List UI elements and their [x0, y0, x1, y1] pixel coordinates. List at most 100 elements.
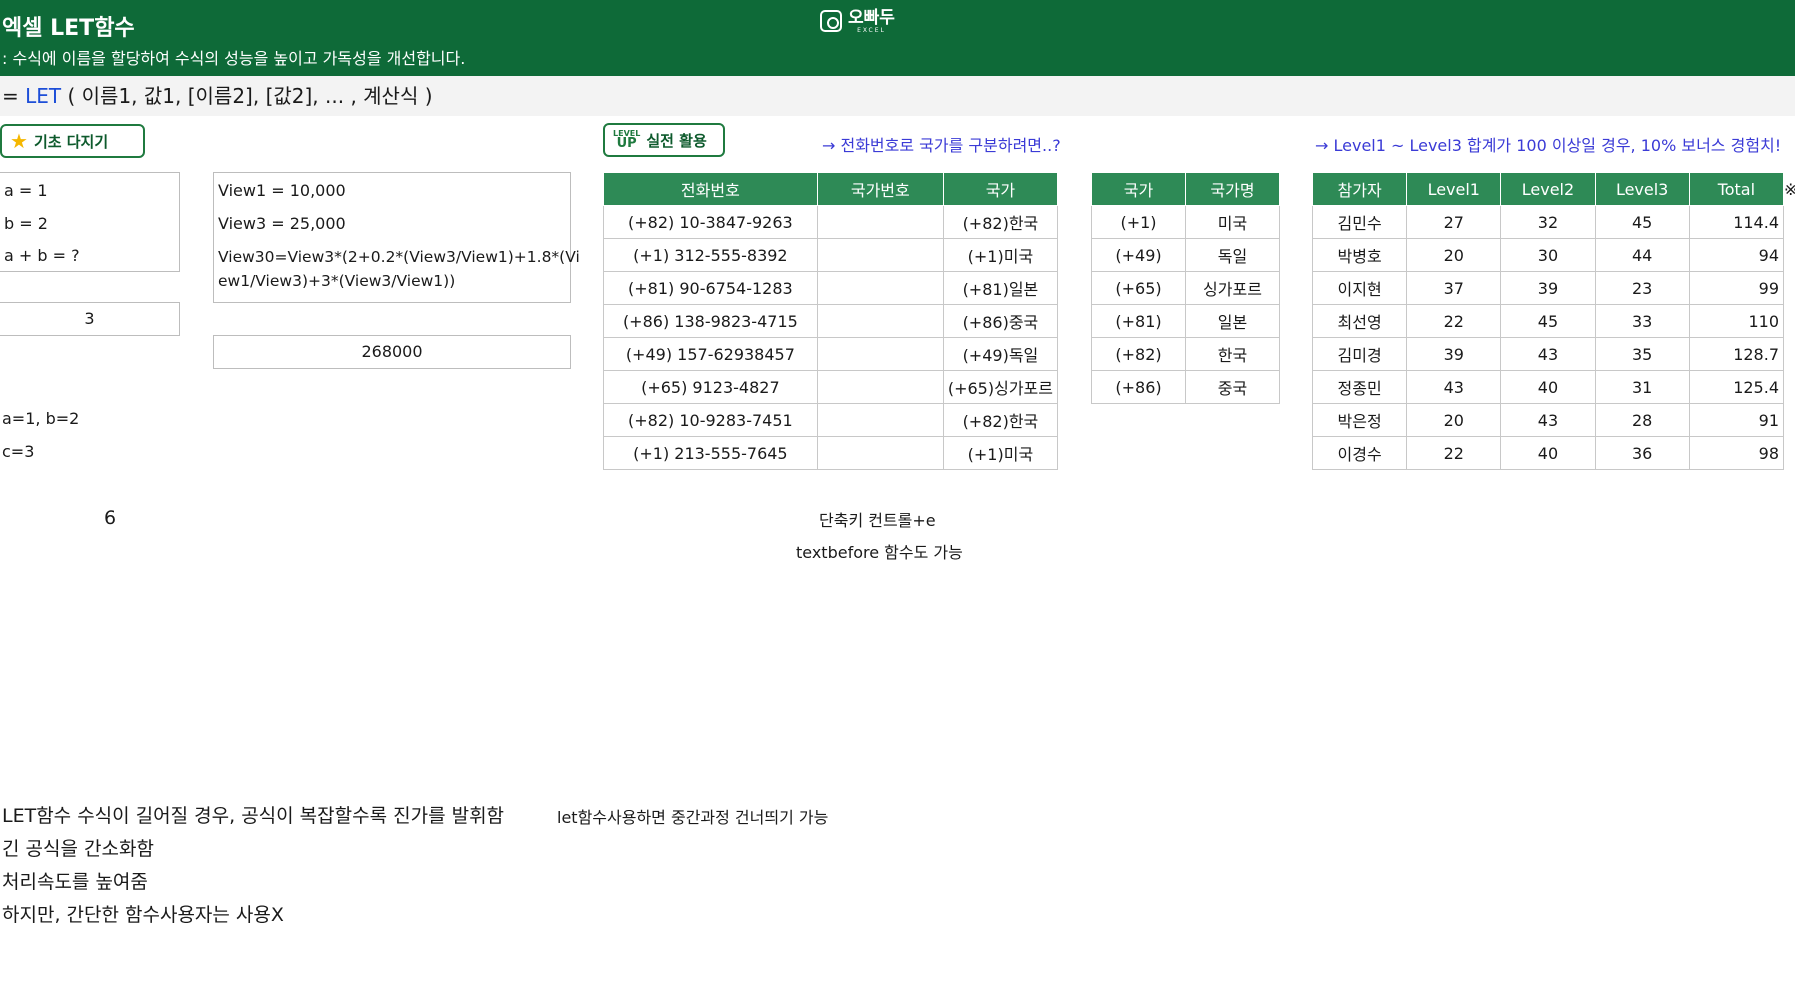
- level-cell[interactable]: 박은정: [1311, 403, 1408, 437]
- level-cell[interactable]: 30: [1500, 238, 1596, 272]
- level-cell[interactable]: 39: [1500, 271, 1596, 305]
- phone-cell[interactable]: (+82)한국: [942, 205, 1059, 239]
- country-cell[interactable]: 한국: [1185, 337, 1280, 371]
- level-cell[interactable]: 98: [1688, 436, 1785, 470]
- country-cell[interactable]: (+1): [1091, 205, 1186, 239]
- country-cell[interactable]: 중국: [1185, 370, 1280, 404]
- phone-cell[interactable]: (+1) 312-555-8392: [603, 238, 818, 272]
- phone-cell[interactable]: (+82) 10-9283-7451: [603, 403, 818, 437]
- phone-cell[interactable]: (+82) 10-3847-9263: [603, 205, 818, 239]
- level-cell[interactable]: 이경수: [1311, 436, 1408, 470]
- level-table: 참가자 Level1 Level2 Level3 Total 김민수 27 32 45…: [1311, 172, 1785, 470]
- phone-cell[interactable]: [816, 436, 944, 470]
- level-cell[interactable]: 43: [1500, 337, 1596, 371]
- level-cell[interactable]: 27: [1406, 205, 1502, 239]
- level-cell[interactable]: 114.4: [1688, 205, 1785, 239]
- country-row: (+86) 중국: [1091, 370, 1280, 404]
- phone-cell[interactable]: (+86) 138-9823-4715: [603, 304, 818, 338]
- level-cell[interactable]: 김미경: [1311, 337, 1408, 371]
- level2-header: Level2: [1500, 172, 1596, 206]
- country-cell[interactable]: 독일: [1185, 238, 1280, 272]
- level-cell[interactable]: 김민수: [1311, 205, 1408, 239]
- phone-cell[interactable]: (+65)싱가포르: [942, 370, 1059, 404]
- level-row: 정종민 43 40 31 125.4: [1311, 370, 1785, 404]
- phone-cell[interactable]: [816, 370, 944, 404]
- level-cell[interactable]: 91: [1688, 403, 1785, 437]
- phone-cell[interactable]: (+81)일본: [942, 271, 1059, 305]
- country-row: (+1) 미국: [1091, 205, 1280, 239]
- phone-cell[interactable]: [816, 205, 944, 239]
- country-cell[interactable]: 싱가포르: [1185, 271, 1280, 305]
- level-cell[interactable]: 43: [1406, 370, 1502, 404]
- basic-result-cell[interactable]: 3: [0, 302, 180, 336]
- level-cell[interactable]: 정종민: [1311, 370, 1408, 404]
- level-cell[interactable]: 99: [1688, 271, 1785, 305]
- phone-row: (+86) 138-9823-4715 (+86)중국: [603, 304, 1059, 338]
- level-cell[interactable]: 36: [1594, 436, 1690, 470]
- level-cell[interactable]: 20: [1406, 238, 1502, 272]
- level-cell[interactable]: 39: [1406, 337, 1502, 371]
- phone-row: (+65) 9123-4827 (+65)싱가포르: [603, 370, 1059, 404]
- country-cell[interactable]: (+86): [1091, 370, 1186, 404]
- phone-cell[interactable]: (+1) 213-555-7645: [603, 436, 818, 470]
- level-cell[interactable]: 35: [1594, 337, 1690, 371]
- country-cell[interactable]: (+65): [1091, 271, 1186, 305]
- level-cell[interactable]: 110: [1688, 304, 1785, 338]
- country-cell[interactable]: 미국: [1185, 205, 1280, 239]
- country-cell[interactable]: 일본: [1185, 304, 1280, 338]
- country-table-header: 국가 국가명: [1091, 172, 1280, 206]
- level-cell[interactable]: 22: [1406, 436, 1502, 470]
- level-cell[interactable]: 33: [1594, 304, 1690, 338]
- level-cell[interactable]: 이지현: [1311, 271, 1408, 305]
- level-cell[interactable]: 44: [1594, 238, 1690, 272]
- level-cell[interactable]: 128.7: [1688, 337, 1785, 371]
- level-cell[interactable]: 23: [1594, 271, 1690, 305]
- phone-cell[interactable]: [816, 337, 944, 371]
- phone-row: (+82) 10-3847-9263 (+82)한국: [603, 205, 1059, 239]
- level-cell[interactable]: 37: [1406, 271, 1502, 305]
- phone-cell[interactable]: (+1)미국: [942, 436, 1059, 470]
- view-example-box[interactable]: View1 = 10,000 View3 = 25,000 View30=Vie…: [213, 172, 580, 303]
- level-cell[interactable]: 박병호: [1311, 238, 1408, 272]
- country-cell[interactable]: (+49): [1091, 238, 1186, 272]
- phone-row: (+82) 10-9283-7451 (+82)한국: [603, 403, 1059, 437]
- phone-cell[interactable]: (+81) 90-6754-1283: [603, 271, 818, 305]
- logo-icon: [820, 10, 842, 32]
- phone-cell[interactable]: (+86)중국: [942, 304, 1059, 338]
- basic-line-b: b = 2: [4, 214, 48, 233]
- basic-example-box[interactable]: a = 1 b = 2 a + b = ?: [0, 172, 180, 272]
- level-cell[interactable]: 32: [1500, 205, 1596, 239]
- phone-cell[interactable]: (+65) 9123-4827: [603, 370, 818, 404]
- phone-cell[interactable]: [816, 238, 944, 272]
- level-cell[interactable]: 28: [1594, 403, 1690, 437]
- six-result: 6: [104, 507, 117, 529]
- phone-cell[interactable]: (+49) 157-62938457: [603, 337, 818, 371]
- phone-cell[interactable]: [816, 271, 944, 305]
- level-cell[interactable]: 최선영: [1311, 304, 1408, 338]
- country-cell[interactable]: (+81): [1091, 304, 1186, 338]
- sheet-description: : 수식에 이름을 할당하여 수식의 성능을 높이고 가독성을 개선합니다.: [2, 49, 466, 68]
- level-cell[interactable]: 31: [1594, 370, 1690, 404]
- level-cell[interactable]: 45: [1594, 205, 1690, 239]
- title-banner: 엑셀 LET함수 : 수식에 이름을 할당하여 수식의 성능을 높이고 가독성을…: [0, 0, 1795, 76]
- level-cell[interactable]: 22: [1406, 304, 1502, 338]
- country-row: (+81) 일본: [1091, 304, 1280, 338]
- level-cell[interactable]: 125.4: [1688, 370, 1785, 404]
- level-cell[interactable]: 43: [1500, 403, 1596, 437]
- level-cell[interactable]: 40: [1500, 370, 1596, 404]
- phone-cell[interactable]: (+82)한국: [942, 403, 1059, 437]
- level-big-text: UP: [616, 136, 637, 151]
- phone-cell[interactable]: [816, 304, 944, 338]
- view-result-cell[interactable]: 268000: [213, 335, 571, 369]
- country-cell[interactable]: (+82): [1091, 337, 1186, 371]
- view30-formula-line2: ew1/View3)+3*(View3/View1)): [218, 272, 456, 290]
- logo-subtext: EXCEL: [857, 27, 886, 34]
- level-cell[interactable]: 94: [1688, 238, 1785, 272]
- level-cell[interactable]: 20: [1406, 403, 1502, 437]
- phone-cell[interactable]: (+49)독일: [942, 337, 1059, 371]
- level-cell[interactable]: 40: [1500, 436, 1596, 470]
- level-cell[interactable]: 45: [1500, 304, 1596, 338]
- summary-line-3: 처리속도를 높여줌: [2, 871, 148, 893]
- phone-cell[interactable]: [816, 403, 944, 437]
- phone-cell[interactable]: (+1)미국: [942, 238, 1059, 272]
